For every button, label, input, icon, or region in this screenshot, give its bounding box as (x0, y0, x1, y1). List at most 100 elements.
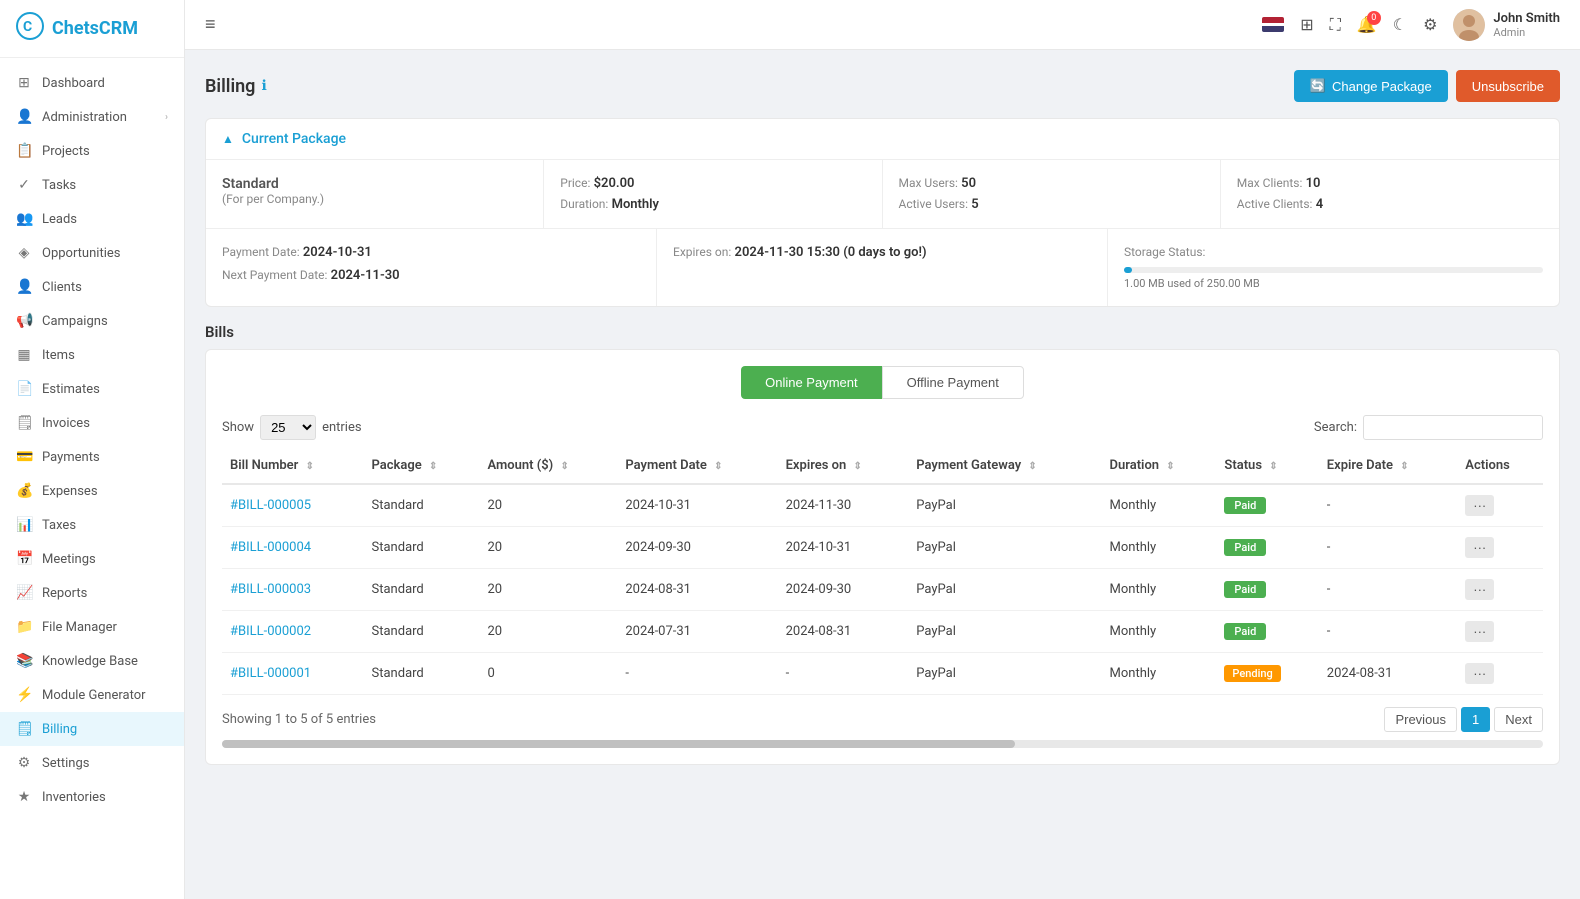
user-profile[interactable]: John Smith Admin (1453, 9, 1560, 41)
cell-actions: ··· (1457, 484, 1543, 527)
cell-expire-date: - (1319, 569, 1457, 611)
col-duration[interactable]: Duration ⇕ (1102, 448, 1217, 484)
sidebar-item-file-manager[interactable]: 📁 File Manager (0, 610, 184, 644)
cell-package: Standard (364, 527, 480, 569)
collapse-icon[interactable]: ▲ (222, 132, 234, 146)
next-button[interactable]: Next (1494, 707, 1543, 732)
package-grid-row1: Standard (For per Company.) Price: $20.0… (206, 160, 1559, 229)
sort-icon: ⇕ (1028, 461, 1036, 472)
cell-duration: Monthly (1102, 484, 1217, 527)
col-package[interactable]: Package ⇕ (364, 448, 480, 484)
sidebar-item-knowledge-base[interactable]: 📚 Knowledge Base (0, 644, 184, 678)
search-input[interactable] (1363, 415, 1543, 440)
theme-icon[interactable]: ☾ (1393, 15, 1407, 34)
fullscreen-icon[interactable]: ⛶ (1330, 15, 1341, 35)
cell-package: Standard (364, 611, 480, 653)
col-status[interactable]: Status ⇕ (1216, 448, 1318, 484)
entries-select[interactable]: 25 10 50 100 (260, 415, 316, 440)
gear-icon[interactable]: ⚙ (1423, 15, 1437, 34)
change-package-button[interactable]: 🔄 Change Package (1294, 70, 1448, 102)
actions-button[interactable]: ··· (1465, 663, 1494, 684)
next-payment-row: Next Payment Date: 2024-11-30 (222, 268, 640, 283)
sidebar-item-billing[interactable]: 🗒 Billing (0, 712, 184, 746)
billing-icon: 🗒 (16, 721, 32, 737)
sidebar-item-leads[interactable]: 👥 Leads (0, 202, 184, 236)
actions-button[interactable]: ··· (1465, 621, 1494, 642)
hamburger-button[interactable]: ≡ (205, 14, 216, 35)
sidebar-item-clients[interactable]: 👤 Clients (0, 270, 184, 304)
col-amount[interactable]: Amount ($) ⇕ (479, 448, 617, 484)
col-expire-date[interactable]: Expire Date ⇕ (1319, 448, 1457, 484)
bills-table-scroll: Bill Number ⇕ Package ⇕ Amount ($) ⇕ Pay… (222, 448, 1543, 695)
sidebar-item-label: Billing (42, 722, 77, 737)
table-controls: Show 25 10 50 100 entries Search: (222, 415, 1543, 440)
table-row: #BILL-000005 Standard 20 2024-10-31 2024… (222, 484, 1543, 527)
notifications-icon[interactable]: 🔔 0 (1357, 15, 1377, 34)
cell-payment-date: - (617, 653, 777, 695)
bill-number-link[interactable]: #BILL-000004 (230, 540, 311, 555)
online-payment-button[interactable]: Online Payment (741, 366, 882, 399)
sidebar-item-inventories[interactable]: ★ Inventories (0, 780, 184, 814)
sidebar-item-payments[interactable]: 💳 Payments (0, 440, 184, 474)
sidebar-item-label: Invoices (42, 416, 90, 431)
col-payment-date[interactable]: Payment Date ⇕ (617, 448, 777, 484)
cell-duration: Monthly (1102, 611, 1217, 653)
duration-label: Duration: (560, 197, 608, 211)
bills-section: Bills Online Payment Offline Payment Sho… (205, 323, 1560, 765)
app-name: ChetsCRM (52, 18, 138, 39)
max-clients-value: 10 (1306, 176, 1321, 191)
bill-number-link[interactable]: #BILL-000002 (230, 624, 311, 639)
sidebar-item-settings[interactable]: ⚙ Settings (0, 746, 184, 780)
language-flag[interactable] (1262, 17, 1284, 32)
table-row: #BILL-000001 Standard 0 - - PayPal Month… (222, 653, 1543, 695)
col-payment-gateway[interactable]: Payment Gateway ⇕ (908, 448, 1101, 484)
cell-amount: 20 (479, 527, 617, 569)
sidebar-item-estimates[interactable]: 📄 Estimates (0, 372, 184, 406)
sort-icon: ⇕ (714, 461, 722, 472)
sidebar-item-projects[interactable]: 📋 Projects (0, 134, 184, 168)
page-1-button[interactable]: 1 (1461, 707, 1490, 732)
cell-actions: ··· (1457, 611, 1543, 653)
apps-icon[interactable]: ⊞ (1300, 15, 1313, 34)
actions-button[interactable]: ··· (1465, 537, 1494, 558)
sidebar-item-tasks[interactable]: ✓ Tasks (0, 168, 184, 202)
sidebar-item-taxes[interactable]: 📊 Taxes (0, 508, 184, 542)
sort-icon: ⇕ (1166, 461, 1174, 472)
horizontal-scrollbar[interactable] (222, 740, 1543, 748)
sidebar-item-campaigns[interactable]: 📢 Campaigns (0, 304, 184, 338)
sidebar-item-items[interactable]: ▦ Items (0, 338, 184, 372)
sidebar-item-label: Estimates (42, 382, 100, 397)
entries-label: entries (322, 420, 362, 435)
table-row: #BILL-000002 Standard 20 2024-07-31 2024… (222, 611, 1543, 653)
current-package-header: ▲ Current Package (206, 119, 1559, 160)
sidebar-item-invoices[interactable]: 🗒 Invoices (0, 406, 184, 440)
offline-payment-button[interactable]: Offline Payment (882, 366, 1024, 399)
sidebar-item-label: Administration (42, 110, 127, 125)
price-label: Price: (560, 176, 590, 190)
topbar: ≡ ⊞ ⛶ 🔔 0 ☾ ⚙ John Smit (185, 0, 1580, 50)
sidebar-item-module-generator[interactable]: ⚡ Module Generator (0, 678, 184, 712)
sidebar-item-label: Inventories (42, 790, 106, 805)
sidebar-item-opportunities[interactable]: ◈ Opportunities (0, 236, 184, 270)
meetings-icon: 📅 (16, 551, 32, 567)
sidebar-item-meetings[interactable]: 📅 Meetings (0, 542, 184, 576)
sidebar-item-reports[interactable]: 📈 Reports (0, 576, 184, 610)
actions-button[interactable]: ··· (1465, 579, 1494, 600)
col-bill-number[interactable]: Bill Number ⇕ (222, 448, 364, 484)
info-icon: ℹ (261, 78, 266, 94)
sidebar-item-expenses[interactable]: 💰 Expenses (0, 474, 184, 508)
expires-row: Expires on: 2024-11-30 15:30 (0 days to … (673, 245, 1091, 260)
bill-number-link[interactable]: #BILL-000005 (230, 498, 311, 513)
col-expires-on[interactable]: Expires on ⇕ (778, 448, 909, 484)
prev-button[interactable]: Previous (1384, 707, 1457, 732)
cell-package: Standard (364, 484, 480, 527)
unsubscribe-button[interactable]: Unsubscribe (1456, 70, 1560, 102)
taxes-icon: 📊 (16, 517, 32, 533)
sidebar-item-dashboard[interactable]: ⊞ Dashboard (0, 66, 184, 100)
bill-number-link[interactable]: #BILL-000003 (230, 582, 311, 597)
actions-button[interactable]: ··· (1465, 495, 1494, 516)
cell-payment-date: 2024-09-30 (617, 527, 777, 569)
cell-bill-number: #BILL-000003 (222, 569, 364, 611)
bill-number-link[interactable]: #BILL-000001 (230, 666, 311, 681)
sidebar-item-administration[interactable]: 👤 Administration › (0, 100, 184, 134)
